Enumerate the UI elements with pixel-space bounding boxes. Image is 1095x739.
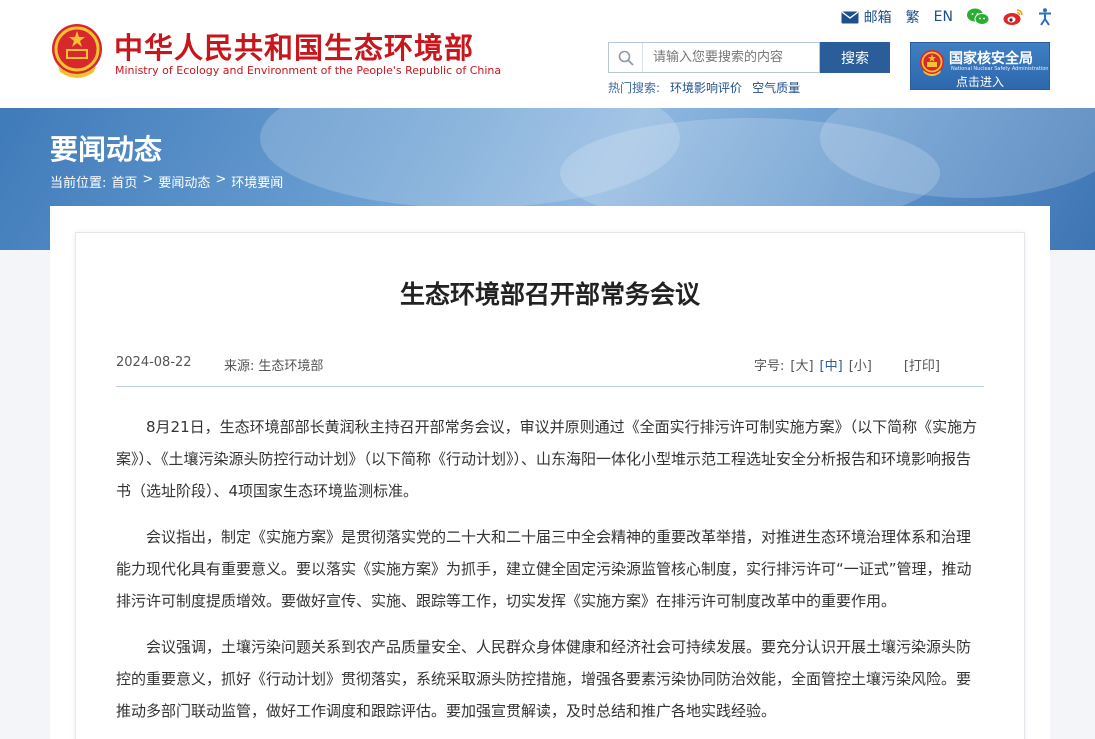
article-card: 生态环境部召开部常务会议 2024-08-22 来源: 生态环境部 字号: [大… — [75, 232, 1025, 739]
article-title: 生态环境部召开部常务会议 — [399, 280, 700, 309]
mail-label: 邮箱 — [863, 10, 892, 26]
hot-search-label: 热门搜索: — [608, 81, 661, 95]
hot-search-item[interactable]: 空气质量 — [752, 79, 800, 96]
nnsa-banner-link[interactable]: 国家核安全局 National Nuclear Safety Administr… — [910, 42, 1050, 90]
national-emblem-icon[interactable] — [50, 22, 104, 80]
breadcrumb-item-home[interactable]: 首页 — [111, 172, 137, 191]
hot-search-item[interactable]: 环境影响评价 — [670, 79, 742, 96]
breadcrumb-item-environment-news[interactable]: 环境要闻 — [231, 172, 283, 191]
weibo-icon[interactable] — [1003, 8, 1023, 26]
article-source: 来源: 生态环境部 — [224, 355, 323, 374]
article-meta: 2024-08-22 来源: 生态环境部 字号: [大] [中] [小] [打印… — [116, 355, 984, 387]
article-paragraph: 8月21日，生态环境部部长黄润秋主持召开部常务会议，审议并原则通过《全面实行排污… — [116, 418, 978, 500]
breadcrumb-separator: > — [215, 172, 227, 187]
print-button[interactable]: [打印] — [904, 355, 940, 374]
hot-search: 热门搜索: 环境影响评价 空气质量 — [608, 79, 800, 96]
site-title[interactable]: 中华人民共和国生态环境部 — [114, 25, 474, 67]
nnsa-english: National Nuclear Safety Administration — [951, 66, 1049, 72]
breadcrumb-separator: > — [142, 172, 154, 187]
nnsa-enter-label: 点击进入 — [955, 75, 1004, 89]
mail-icon — [841, 10, 859, 23]
article-date: 2024-08-22 — [116, 355, 192, 370]
accessibility-icon[interactable] — [1037, 8, 1053, 26]
article-body: 8月21日，生态环境部部长黄润秋主持召开部常务会议，审议并原则通过《全面实行排污… — [116, 411, 984, 739]
source-label: 来源: — [224, 359, 255, 374]
search-box — [608, 42, 820, 73]
article-paragraph: 会议强调，土壤污染问题关系到农产品质量安全、人民群众身体健康和经济社会可持续发展… — [116, 638, 972, 720]
source-value: 生态环境部 — [258, 359, 324, 374]
font-small-button[interactable]: [小] — [849, 355, 872, 374]
mail-link[interactable]: 邮箱 — [841, 7, 892, 27]
font-large-button[interactable]: [大] — [790, 355, 813, 374]
breadcrumb-prefix: 当前位置: — [50, 176, 107, 191]
wechat-icon[interactable] — [967, 8, 989, 26]
site-header: 中华人民共和国生态环境部 Ministry of Ecology and Env… — [0, 0, 1095, 108]
font-size-label: 字号: — [753, 359, 785, 374]
traditional-chinese-link[interactable]: 繁 — [906, 7, 920, 27]
breadcrumb: 当前位置: 首页 > 要闻动态 > 环境要闻 — [50, 172, 283, 191]
section-title: 要闻动态 — [50, 133, 163, 166]
search-icon — [609, 43, 643, 72]
article-tools: 字号: [大] [中] [小] [打印] — [754, 355, 940, 374]
article-paragraph: 会议指出，制定《实施方案》是贯彻落实党的二十大和二十届三中全会精神的重要改革举措… — [116, 528, 972, 610]
site-subtitle: Ministry of Ecology and Environment of t… — [115, 64, 502, 77]
top-links: 邮箱 繁 EN — [841, 6, 1053, 28]
english-link[interactable]: EN — [934, 9, 953, 25]
search-input[interactable] — [643, 43, 819, 72]
breadcrumb-item-news[interactable]: 要闻动态 — [158, 172, 210, 191]
font-medium-button[interactable]: [中] — [820, 355, 843, 374]
nnsa-name: 国家核安全局 — [949, 51, 1033, 67]
search-button[interactable]: 搜索 — [820, 42, 890, 73]
